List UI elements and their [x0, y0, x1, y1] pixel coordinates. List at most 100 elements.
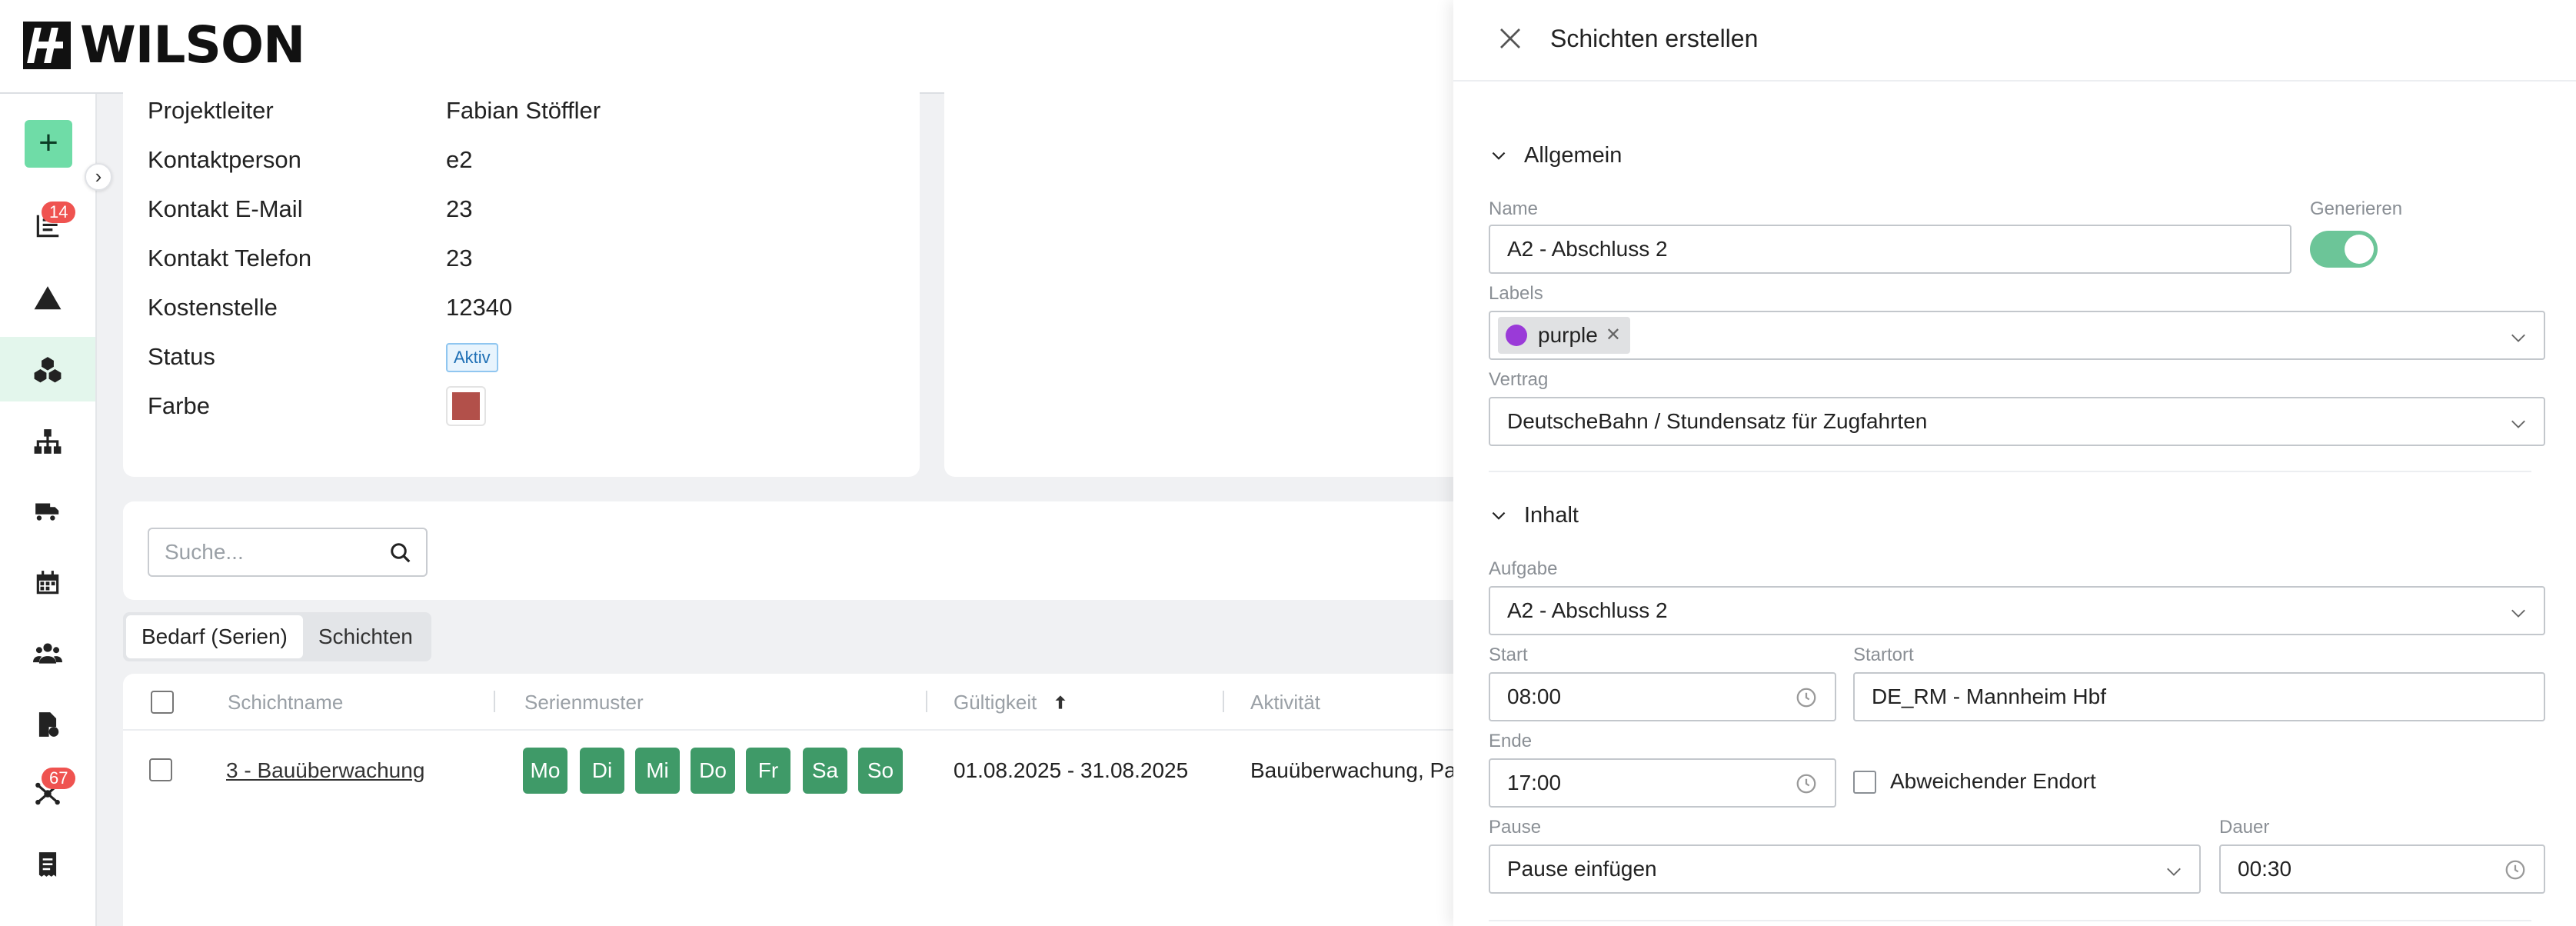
different-end-place-label[interactable]: Abweichender Endort	[1890, 769, 2096, 794]
info-value: 23	[446, 195, 473, 222]
weekday-chip: Do	[691, 748, 735, 794]
duration-value: 00:30	[2238, 857, 2292, 881]
panel-title: Schichten erstellen	[1550, 25, 1759, 52]
weekday-chip: Sa	[803, 748, 847, 794]
start-label: Start	[1489, 645, 1528, 665]
different-end-place-checkbox[interactable]	[1853, 771, 1876, 794]
weekday-chip: Fr	[746, 748, 790, 794]
users-icon	[33, 643, 62, 664]
notification-badge: 67	[42, 768, 76, 789]
weekday-chip: Mi	[635, 748, 680, 794]
info-label: Projektleiter	[148, 97, 274, 124]
weekday-chip: Di	[580, 748, 624, 794]
tab-bedarf-serien[interactable]: Bedarf (Serien)	[126, 615, 303, 658]
duration-field[interactable]: 00:30	[2219, 844, 2545, 894]
panel-header: Schichten erstellen	[1453, 0, 2576, 82]
section-title: Inhalt	[1524, 503, 1579, 528]
logo-mark-icon	[23, 22, 71, 69]
sidebar-item-structure[interactable]	[0, 409, 95, 474]
sidebar-item-projects[interactable]	[0, 337, 95, 401]
color-swatch[interactable]	[446, 386, 486, 426]
column-divider[interactable]	[494, 691, 495, 712]
start-place-value: DE_RM - Mannheim Hbf	[1872, 685, 2106, 708]
select-all-checkbox[interactable]	[151, 691, 174, 714]
info-label: Kontakt E-Mail	[148, 195, 303, 222]
row-checkbox[interactable]	[149, 758, 172, 781]
sidebar-item-people[interactable]	[0, 621, 95, 686]
sidebar-expand-button[interactable]: ›	[85, 163, 112, 191]
generate-toggle[interactable]	[2310, 231, 2378, 268]
truck-clock-icon	[35, 503, 59, 521]
toggle-knob	[2345, 235, 2374, 264]
start-place-label: Startort	[1853, 645, 1914, 665]
generate-label: Generieren	[2310, 198, 2403, 219]
info-value: Fabian Stöffler	[446, 97, 601, 124]
clock-icon	[1796, 774, 1816, 794]
clock-icon	[2505, 860, 2525, 880]
sidebar-item-reports[interactable]: 14	[0, 194, 95, 258]
secondary-card	[944, 86, 1483, 477]
task-label: Aufgabe	[1489, 558, 1558, 579]
logo-text: WILSON	[80, 15, 305, 75]
info-label: Farbe	[148, 392, 210, 419]
sidebar-item-documents[interactable]	[0, 692, 95, 757]
chevron-down-icon	[2511, 609, 2525, 618]
start-time-value: 08:00	[1507, 685, 1562, 708]
section-divider	[1489, 471, 2531, 472]
name-label: Name	[1489, 198, 1539, 219]
shift-name-link[interactable]: 3 - Bauüberwachung	[226, 758, 424, 783]
section-toggle-content[interactable]: Inhalt	[1489, 503, 1579, 528]
labels-select[interactable]: purple ✕	[1489, 311, 2545, 360]
column-header[interactable]: Gültigkeit	[954, 691, 1037, 714]
contract-select[interactable]: DeutscheBahn / Stundensatz für Zugfahrte…	[1489, 397, 2545, 446]
tab-schichten[interactable]: Schichten	[303, 615, 428, 658]
add-button[interactable]: +	[25, 120, 72, 168]
wilson-logo[interactable]: WILSON	[23, 20, 305, 71]
start-place-field[interactable]: DE_RM - Mannheim Hbf	[1853, 672, 2545, 721]
info-label: Kostenstelle	[148, 294, 278, 321]
close-icon[interactable]	[1496, 25, 1524, 52]
pause-value: Pause einfügen	[1507, 857, 1657, 881]
chevron-down-icon	[1492, 152, 1506, 160]
project-info-card: Projektleiter Fabian Stöffler Kontaktper…	[123, 86, 920, 477]
search-input[interactable]: Suche...	[148, 528, 428, 577]
color-fill	[452, 392, 480, 420]
section-toggle-general[interactable]: Allgemein	[1489, 143, 1622, 168]
column-divider[interactable]	[926, 691, 927, 712]
column-header[interactable]: Aktivität	[1250, 691, 1320, 714]
clock-icon	[1796, 688, 1816, 708]
task-select[interactable]: A2 - Abschluss 2	[1489, 586, 2545, 635]
pause-select[interactable]: Pause einfügen	[1489, 844, 2201, 894]
notification-badge: 14	[42, 202, 76, 223]
sort-ascending-icon[interactable]	[1050, 692, 1070, 712]
info-label: Status	[148, 343, 215, 370]
sidebar-item-invoices[interactable]	[0, 832, 95, 897]
series-table: Schichtname Serienmuster Gültigkeit Akti…	[123, 674, 1483, 926]
sidebar-item-warnings[interactable]	[0, 266, 95, 331]
end-label: Ende	[1489, 731, 1533, 751]
remove-chip-icon[interactable]: ✕	[1606, 317, 1621, 354]
label-chip[interactable]: purple ✕	[1498, 317, 1630, 354]
info-value: 23	[446, 245, 473, 271]
chevron-down-icon	[1492, 511, 1506, 520]
receipt-icon	[38, 852, 57, 877]
end-time-value: 17:00	[1507, 771, 1562, 794]
info-label: Kontaktperson	[148, 146, 301, 173]
weekday-chip: Mo	[523, 748, 567, 794]
column-header[interactable]: Schichtname	[228, 691, 343, 714]
status-badge: Aktiv	[446, 343, 498, 372]
section-divider	[1489, 920, 2531, 921]
create-shifts-panel: Schichten erstellen Allgemein Name A2 - …	[1453, 0, 2576, 926]
duration-label: Dauer	[2219, 817, 2270, 838]
sidebar-item-calendar[interactable]	[0, 551, 95, 615]
column-header[interactable]: Serienmuster	[524, 691, 644, 714]
search-placeholder: Suche...	[165, 540, 244, 564]
sidebar-item-connections[interactable]: 67	[0, 761, 95, 826]
name-field[interactable]: A2 - Abschluss 2	[1489, 225, 2291, 274]
sidebar-item-vehicles[interactable]	[0, 478, 95, 543]
end-time-field[interactable]: 17:00	[1489, 758, 1836, 808]
weekday-chip: So	[858, 748, 903, 794]
column-divider[interactable]	[1223, 691, 1224, 712]
labels-label: Labels	[1489, 283, 1543, 304]
start-time-field[interactable]: 08:00	[1489, 672, 1836, 721]
